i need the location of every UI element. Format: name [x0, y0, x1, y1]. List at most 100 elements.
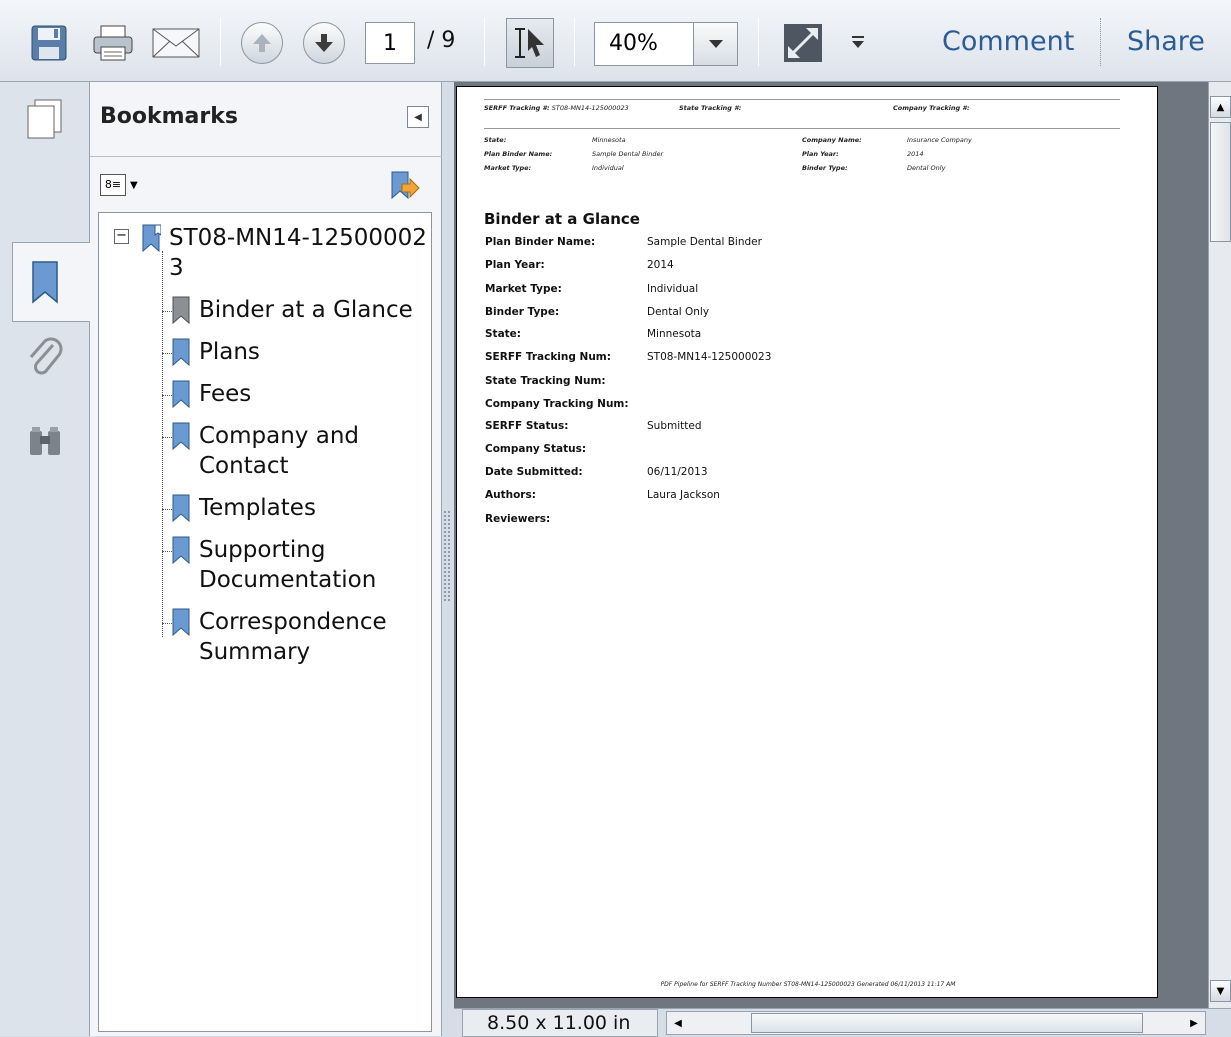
bookmark-label: Supporting Documentation: [199, 535, 376, 595]
detail-label: Authors:: [485, 489, 536, 501]
detail-label: Market Type:: [485, 283, 562, 295]
email-icon[interactable]: [150, 22, 202, 64]
bookmark-label: Templates: [199, 495, 316, 521]
bookmark-label: Company and Contact: [199, 421, 359, 481]
bookmark-label-line: 3: [169, 255, 184, 281]
detail-label: SERFF Status:: [485, 420, 569, 432]
bookmark-icon: [172, 296, 190, 325]
bookmark-item-templates[interactable]: Templates: [171, 493, 316, 525]
header-value: ST08-MN14-125000023: [551, 104, 629, 112]
chevron-down-icon[interactable]: [693, 23, 737, 65]
new-bookmark-icon[interactable]: [386, 170, 420, 208]
collapse-panel-icon[interactable]: ◀: [407, 106, 429, 128]
bookmark-item-plans[interactable]: Plans: [171, 337, 260, 369]
bookmarks-tab-icon[interactable]: [14, 252, 76, 314]
scroll-left-icon[interactable]: ◀: [667, 1012, 689, 1034]
page-thumbnails-icon[interactable]: [14, 88, 76, 150]
bookmark-icon: [172, 536, 190, 565]
bookmark-icon: [172, 494, 190, 523]
page-size-readout: 8.50 x 11.00 in: [462, 1009, 658, 1037]
header-plan-binder-value: Sample Dental Binder: [592, 150, 664, 158]
bookmark-label-line: Correspondence: [199, 609, 387, 635]
toolbar-separator: [220, 18, 221, 66]
options-menu-icon: 8≡: [100, 174, 126, 196]
bookmark-item-fees[interactable]: Fees: [171, 379, 251, 411]
header-state-label: State:: [484, 136, 507, 144]
toolbar-separator: [1100, 18, 1101, 66]
bookmarks-panel: Bookmarks ◀ 8≡ ▼ − ST08-MN14-12500002 3 B…: [90, 82, 442, 1036]
search-binoculars-icon[interactable]: [14, 412, 76, 474]
share-button[interactable]: Share: [1127, 26, 1205, 57]
scroll-up-icon[interactable]: ▲: [1210, 96, 1231, 118]
horizontal-scroll-thumb[interactable]: [751, 1013, 1143, 1033]
bookmark-options-button[interactable]: 8≡ ▼: [100, 174, 138, 196]
chevron-down-icon: ▼: [130, 179, 138, 191]
horizontal-scrollbar[interactable]: ◀ ▶: [666, 1011, 1206, 1035]
bookmarks-tree: − ST08-MN14-12500002 3 Binder at a Glance…: [98, 212, 432, 1032]
vertical-scroll-thumb[interactable]: [1210, 122, 1231, 242]
detail-value: Individual: [647, 283, 699, 295]
bookmark-label: Binder at a Glance: [199, 297, 413, 323]
bookmark-item-company-and-contact[interactable]: Company and Contact: [171, 421, 359, 481]
toolbar-menu-icon[interactable]: [848, 32, 868, 52]
page-number-input[interactable]: 1: [365, 22, 415, 64]
header-rule: [484, 128, 1120, 129]
collapse-toggle[interactable]: −: [114, 229, 129, 244]
detail-label: Binder Type:: [485, 306, 560, 318]
header-rule: [484, 99, 1120, 100]
detail-label: Company Tracking Num:: [485, 398, 629, 410]
detail-value: Laura Jackson: [647, 489, 720, 501]
toolbar-separator: [484, 18, 485, 66]
header-plan-year-value: 2014: [907, 150, 924, 158]
bookmarks-panel-title: Bookmarks: [100, 104, 238, 129]
fullscreen-icon[interactable]: [780, 20, 826, 66]
detail-value: 2014: [647, 259, 674, 271]
toolbar-separator: [758, 18, 759, 66]
bookmark-root[interactable]: ST08-MN14-12500002 3: [141, 223, 427, 283]
bookmark-label-line: ST08-MN14-12500002: [169, 225, 427, 251]
bookmark-item-correspondence-summary[interactable]: Correspondence Summary: [171, 607, 387, 667]
detail-label: Plan Binder Name:: [485, 236, 596, 248]
bookmark-label: Plans: [199, 339, 260, 365]
document-section-title: Binder at a Glance: [484, 210, 640, 228]
vertical-scrollbar[interactable]: ▲ ▼: [1208, 82, 1231, 1008]
detail-value: Minnesota: [647, 328, 702, 340]
detail-label: Plan Year:: [485, 259, 545, 271]
detail-value: Submitted: [647, 420, 702, 432]
paperclip-icon[interactable]: [14, 328, 76, 390]
detail-value: Dental Only: [647, 306, 710, 318]
bookmark-icon: [172, 422, 190, 451]
bookmark-item-supporting-documentation[interactable]: Supporting Documentation: [171, 535, 376, 595]
detail-label: State Tracking Num:: [485, 375, 606, 387]
select-tool-icon[interactable]: [506, 18, 554, 68]
detail-label: State:: [485, 328, 522, 340]
detail-label: Company Status:: [485, 443, 587, 455]
bookmark-label: Correspondence Summary: [199, 607, 387, 667]
bookmark-icon: [172, 380, 190, 409]
header-market-type-label: Market Type:: [484, 164, 532, 172]
header-company-name-value: Insurance Company: [907, 136, 972, 144]
splitter-grip[interactable]: [443, 510, 451, 602]
header-plan-binder-label: Plan Binder Name:: [484, 150, 553, 158]
header-binder-type-label: Binder Type:: [802, 164, 848, 172]
scroll-down-icon[interactable]: ▼: [1210, 980, 1231, 1002]
status-bar: 8.50 x 11.00 in ◀ ▶: [454, 1008, 1231, 1037]
next-page-icon[interactable]: [303, 22, 345, 64]
detail-label: SERFF Tracking Num:: [485, 351, 611, 363]
save-icon[interactable]: [26, 20, 72, 66]
header-plan-year-label: Plan Year:: [802, 150, 839, 158]
header-market-type-value: Individual: [592, 164, 624, 172]
header-serff-tracking: SERFF Tracking #: ST08-MN14-125000023: [484, 104, 629, 112]
previous-page-icon[interactable]: [241, 22, 283, 64]
zoom-select[interactable]: 40%: [594, 22, 738, 66]
header-label: SERFF Tracking #:: [484, 104, 550, 112]
comment-button[interactable]: Comment: [942, 26, 1074, 57]
scroll-right-icon[interactable]: ▶: [1183, 1012, 1205, 1034]
bookmark-item-binder-at-a-glance[interactable]: Binder at a Glance: [171, 295, 413, 327]
print-icon[interactable]: [88, 20, 138, 66]
bookmark-label-line: Documentation: [199, 567, 377, 593]
document-footer: PDF Pipeline for SERFF Tracking Number S…: [660, 981, 956, 988]
zoom-value: 40%: [609, 31, 658, 56]
toolbar-separator: [574, 18, 575, 66]
bookmark-label-line: Company and: [199, 423, 360, 449]
